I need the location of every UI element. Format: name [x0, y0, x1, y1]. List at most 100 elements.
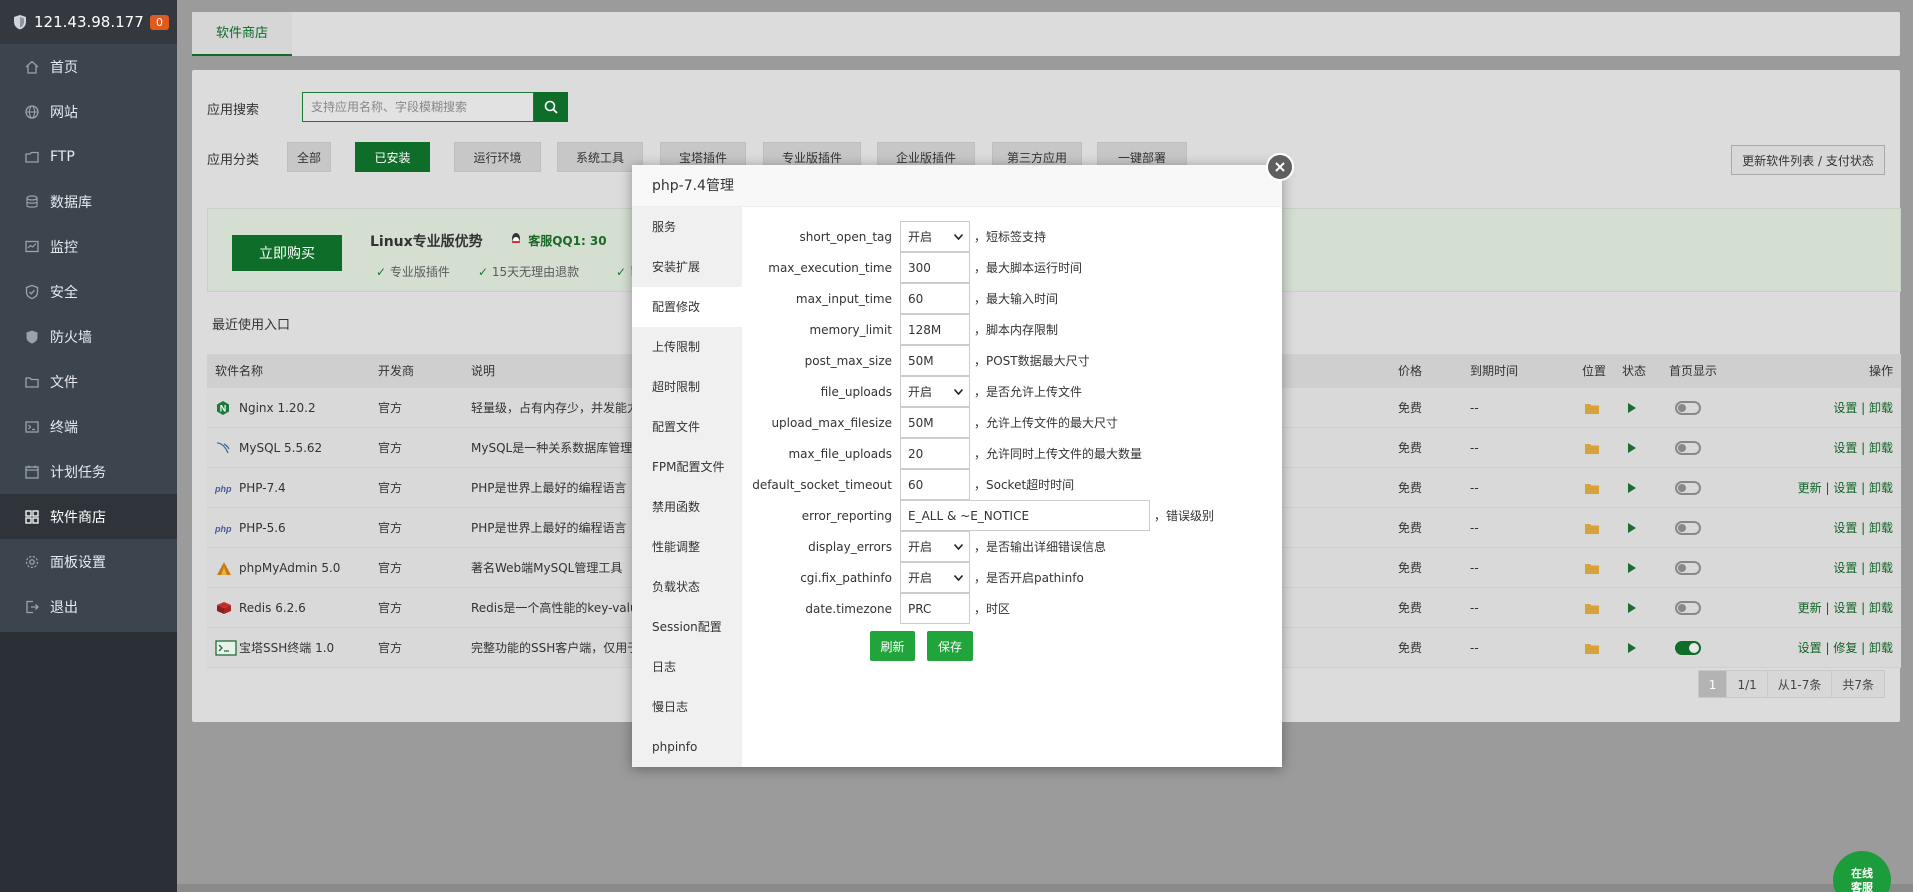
buy-now-button[interactable]: 立即购买 [232, 235, 342, 271]
home-display-toggle[interactable] [1675, 428, 1701, 467]
tab-software-store[interactable]: 软件商店 [192, 12, 293, 56]
row-actions[interactable]: 设置 | 卸载 [1833, 508, 1893, 547]
play-icon[interactable] [1627, 468, 1637, 507]
toggle-switch[interactable] [1675, 520, 1701, 535]
category-button[interactable]: 运行环境 [454, 142, 541, 172]
sidebar-item-ftp[interactable]: FTP [0, 134, 177, 179]
folder-icon[interactable] [1585, 468, 1599, 507]
toggle-switch[interactable] [1675, 480, 1701, 495]
dialog-menu-item[interactable]: 超时限制 [632, 367, 742, 407]
config-input[interactable]: 128M [900, 314, 970, 345]
sidebar-item-clock[interactable]: 计划任务 [0, 449, 177, 494]
toggle-switch[interactable] [1675, 600, 1701, 615]
config-select[interactable]: 开启 [900, 531, 970, 562]
sidebar-item-logout[interactable]: 退出 [0, 584, 177, 629]
config-input[interactable]: 60 [900, 283, 970, 314]
sidebar-item-firewall[interactable]: 防火墙 [0, 314, 177, 359]
row-actions[interactable]: 设置 | 修复 | 卸载 [1798, 628, 1893, 667]
category-button[interactable]: 系统工具 [557, 142, 643, 172]
sidebar-item-grid[interactable]: 软件商店 [0, 494, 177, 539]
message-badge[interactable]: 0 [150, 14, 169, 30]
search-input[interactable]: 支持应用名称、字段模糊搜索 [302, 92, 534, 122]
row-actions[interactable]: 设置 | 卸载 [1833, 548, 1893, 587]
dialog-menu-item[interactable]: 负载状态 [632, 567, 742, 607]
sidebar-item-globe[interactable]: 网站 [0, 89, 177, 134]
config-select[interactable]: 开启 [900, 376, 970, 407]
home-display-toggle[interactable] [1675, 388, 1701, 427]
software-name-cell[interactable]: php PHP-7.4 [215, 468, 286, 507]
row-actions[interactable]: 更新 | 设置 | 卸载 [1798, 588, 1893, 627]
software-name-cell[interactable]: N Nginx 1.20.2 [215, 388, 316, 427]
config-input[interactable]: 60 [900, 469, 970, 500]
home-display-toggle[interactable] [1675, 548, 1701, 587]
home-display-toggle[interactable] [1675, 468, 1701, 507]
folder-icon[interactable] [1585, 548, 1599, 587]
dialog-menu-item[interactable]: 日志 [632, 647, 742, 687]
sidebar-item-shield[interactable]: 安全 [0, 269, 177, 314]
folder-icon[interactable] [1585, 428, 1599, 467]
dialog-menu-item[interactable]: 上传限制 [632, 327, 742, 367]
category-button[interactable]: 已安装 [355, 142, 430, 172]
sidebar-item-gear[interactable]: 面板设置 [0, 539, 177, 584]
config-input[interactable]: 50M [900, 345, 970, 376]
play-icon[interactable] [1627, 428, 1637, 467]
server-ip[interactable]: 121.43.98.177 [34, 13, 144, 31]
play-icon[interactable] [1627, 588, 1637, 627]
config-input[interactable]: PRC [900, 593, 970, 624]
save-button[interactable]: 保存 [927, 631, 973, 661]
play-icon[interactable] [1627, 508, 1637, 547]
play-icon[interactable] [1627, 628, 1637, 667]
row-actions[interactable]: 更新 | 设置 | 卸载 [1798, 468, 1893, 507]
toggle-switch[interactable] [1675, 640, 1701, 655]
toggle-switch[interactable] [1675, 440, 1701, 455]
dialog-menu-item[interactable]: 禁用函数 [632, 487, 742, 527]
category-button[interactable]: 全部 [287, 142, 331, 172]
dialog-menu-item[interactable]: 配置修改 [632, 287, 742, 327]
dialog-title: php-7.4管理 [632, 165, 1282, 207]
config-input[interactable]: E_ALL & ~E_NOTICE [900, 500, 1150, 531]
dialog-menu-item[interactable]: FPM配置文件 [632, 447, 742, 487]
folder-icon[interactable] [1585, 508, 1599, 547]
dialog-menu-item[interactable]: 服务 [632, 207, 742, 247]
dialog-menu-item[interactable]: Session配置 [632, 607, 742, 647]
sidebar-item-terminal[interactable]: 终端 [0, 404, 177, 449]
software-name-cell[interactable]: php PHP-5.6 [215, 508, 286, 547]
software-name-cell[interactable]: Redis 6.2.6 [215, 588, 306, 627]
config-select[interactable]: 开启 [900, 562, 970, 593]
config-row: max_execution_time 300 ，最大脚本运行时间 [742, 252, 1282, 283]
software-name-cell[interactable]: MySQL 5.5.62 [215, 428, 322, 467]
sidebar-item-folder[interactable]: 文件 [0, 359, 177, 404]
config-input[interactable]: 300 [900, 252, 970, 283]
page-current[interactable]: 1 [1697, 670, 1728, 698]
software-name-cell[interactable]: phpMyAdmin 5.0 [215, 548, 340, 587]
refresh-button[interactable]: 刷新 [870, 631, 915, 661]
row-actions[interactable]: 设置 | 卸载 [1833, 428, 1893, 467]
config-select[interactable]: 开启 [900, 221, 970, 252]
dialog-menu-item[interactable]: 安装扩展 [632, 247, 742, 287]
folder-icon[interactable] [1585, 628, 1599, 667]
sidebar-item-monitor[interactable]: 监控 [0, 224, 177, 269]
play-icon[interactable] [1627, 548, 1637, 587]
home-display-toggle[interactable] [1675, 628, 1701, 667]
toggle-switch[interactable] [1675, 560, 1701, 575]
update-list-button[interactable]: 更新软件列表 / 支付状态 [1731, 145, 1885, 175]
dialog-menu-item[interactable]: 慢日志 [632, 687, 742, 727]
sidebar-item-home[interactable]: 首页 [0, 44, 177, 89]
promo-qq[interactable]: 客服QQ1: 30 [508, 231, 607, 249]
dialog-menu-item[interactable]: 配置文件 [632, 407, 742, 447]
dialog-menu-item[interactable]: 性能调整 [632, 527, 742, 567]
close-button[interactable] [1266, 153, 1294, 181]
config-input[interactable]: 20 [900, 438, 970, 469]
home-display-toggle[interactable] [1675, 588, 1701, 627]
sidebar-item-database[interactable]: 数据库 [0, 179, 177, 224]
software-name-cell[interactable]: 宝塔SSH终端 1.0 [215, 628, 334, 667]
folder-icon[interactable] [1585, 388, 1599, 427]
dialog-menu-item[interactable]: phpinfo [632, 727, 742, 767]
config-input[interactable]: 50M [900, 407, 970, 438]
folder-icon[interactable] [1585, 588, 1599, 627]
toggle-switch[interactable] [1675, 400, 1701, 415]
search-button[interactable] [534, 92, 568, 122]
play-icon[interactable] [1627, 388, 1637, 427]
home-display-toggle[interactable] [1675, 508, 1701, 547]
row-actions[interactable]: 设置 | 卸载 [1833, 388, 1893, 427]
